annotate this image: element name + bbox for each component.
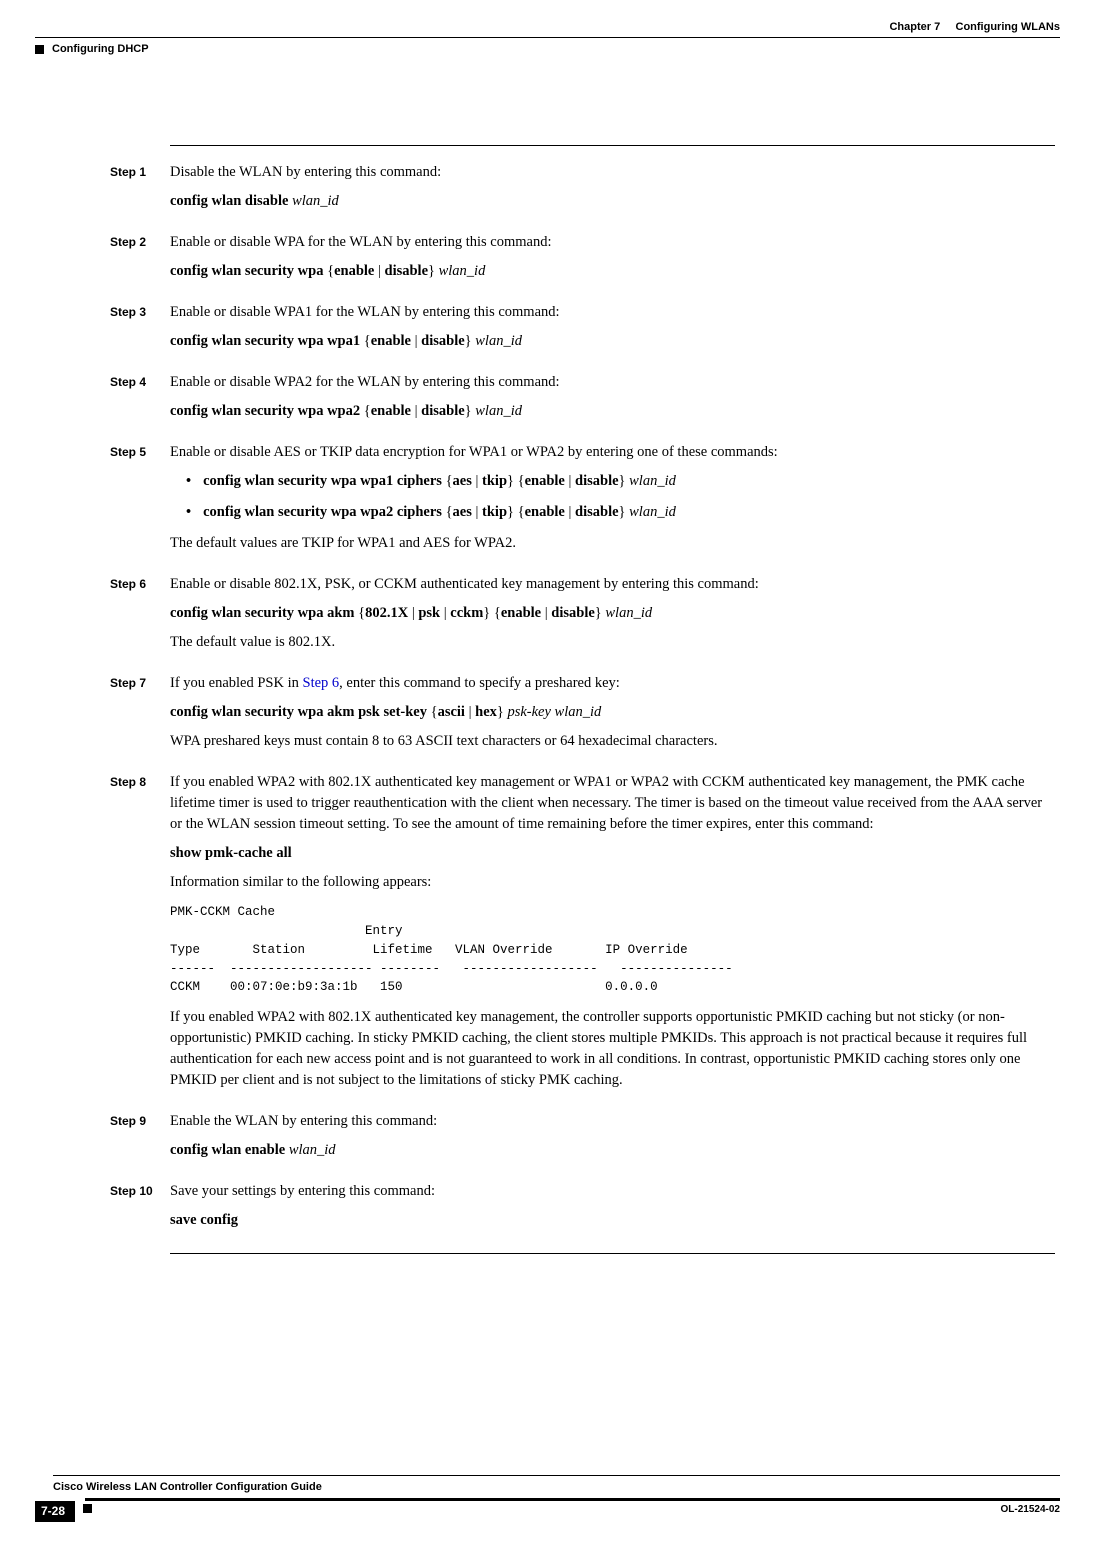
step-text: Enable or disable AES or TKIP data encry… [170, 442, 1055, 463]
bullet-dot-icon: • [186, 502, 191, 523]
code-output: PMK-CCKM Cache Entry Type Station Lifeti… [170, 903, 1055, 997]
step-label: Step 3 [110, 302, 170, 360]
step-label: Step 10 [110, 1181, 170, 1239]
section-marker-icon [35, 45, 44, 54]
step-label: Step 2 [110, 232, 170, 290]
step-label: Step 7 [110, 673, 170, 760]
doc-id: OL-21524-02 [1001, 1501, 1060, 1518]
step-label: Step 6 [110, 574, 170, 661]
page-number-badge: 7-28 [35, 1501, 75, 1522]
header-rule [35, 37, 1060, 38]
step-command: config wlan security wpa akm psk set-key… [170, 702, 1055, 723]
step-text: Enable or disable WPA2 for the WLAN by e… [170, 372, 1055, 393]
step-label: Step 9 [110, 1111, 170, 1169]
step-command: save config [170, 1210, 1055, 1231]
step-6: Step 6 Enable or disable 802.1X, PSK, or… [40, 574, 1055, 661]
section-title: Configuring DHCP [52, 42, 149, 58]
step-command: config wlan enable wlan_id [170, 1140, 1055, 1161]
section-heading-row: Configuring DHCP [35, 42, 149, 58]
step-text: Enable or disable 802.1X, PSK, or CCKM a… [170, 574, 1055, 595]
step-command: config wlan security wpa wpa1 {enable | … [170, 331, 1055, 352]
step-text: If you enabled WPA2 with 802.1X authenti… [170, 772, 1055, 835]
step-text: Disable the WLAN by entering this comman… [170, 162, 1055, 183]
step-command: config wlan security wpa {enable | disab… [170, 261, 1055, 282]
step-1: Step 1 Disable the WLAN by entering this… [40, 162, 1055, 220]
step-command: config wlan disable wlan_id [170, 191, 1055, 212]
step-2: Step 2 Enable or disable WPA for the WLA… [40, 232, 1055, 290]
step-body: If you enabled WPA2 with 802.1X authenti… [170, 772, 1055, 1099]
bullet-item: • config wlan security wpa wpa2 ciphers … [186, 502, 1055, 523]
step-body: Enable or disable WPA1 for the WLAN by e… [170, 302, 1055, 360]
bullet-item: • config wlan security wpa wpa1 ciphers … [186, 471, 1055, 492]
step-body: Enable or disable WPA2 for the WLAN by e… [170, 372, 1055, 430]
footer-marker-icon [83, 1504, 92, 1513]
step-body: Enable or disable 802.1X, PSK, or CCKM a… [170, 574, 1055, 661]
procedure-bottom-rule [170, 1253, 1055, 1254]
step-label: Step 5 [110, 442, 170, 562]
step-4: Step 4 Enable or disable WPA2 for the WL… [40, 372, 1055, 430]
step-text: Information similar to the following app… [170, 872, 1055, 893]
step-text: If you enabled WPA2 with 802.1X authenti… [170, 1007, 1055, 1091]
step-text: WPA preshared keys must contain 8 to 63 … [170, 731, 1055, 752]
chapter-title: Configuring WLANs [956, 21, 1060, 33]
step-body: If you enabled PSK in Step 6, enter this… [170, 673, 1055, 760]
chapter-label: Chapter 7 [889, 21, 940, 33]
step-text: Enable the WLAN by entering this command… [170, 1111, 1055, 1132]
step-body: Enable or disable WPA for the WLAN by en… [170, 232, 1055, 290]
step-command: config wlan security wpa wpa2 {enable | … [170, 401, 1055, 422]
step-5: Step 5 Enable or disable AES or TKIP dat… [40, 442, 1055, 562]
procedure-top-rule [170, 145, 1055, 146]
step-body: Disable the WLAN by entering this comman… [170, 162, 1055, 220]
step-10: Step 10 Save your settings by entering t… [40, 1181, 1055, 1239]
step-body: Enable the WLAN by entering this command… [170, 1111, 1055, 1169]
step-text: If you enabled PSK in Step 6, enter this… [170, 673, 1055, 694]
step-text: The default values are TKIP for WPA1 and… [170, 533, 1055, 554]
step-body: Save your settings by entering this comm… [170, 1181, 1055, 1239]
book-title: Cisco Wireless LAN Controller Configurat… [53, 1480, 1095, 1496]
step-6-link[interactable]: Step 6 [303, 675, 340, 691]
step-body: Enable or disable AES or TKIP data encry… [170, 442, 1055, 562]
page-footer: Cisco Wireless LAN Controller Configurat… [0, 1475, 1095, 1522]
step-text: Enable or disable WPA for the WLAN by en… [170, 232, 1055, 253]
step-text: Save your settings by entering this comm… [170, 1181, 1055, 1202]
step-text: The default value is 802.1X. [170, 632, 1055, 653]
content-area: Step 1 Disable the WLAN by entering this… [40, 145, 1055, 1254]
step-7: Step 7 If you enabled PSK in Step 6, ent… [40, 673, 1055, 760]
step-text: Enable or disable WPA1 for the WLAN by e… [170, 302, 1055, 323]
step-3: Step 3 Enable or disable WPA1 for the WL… [40, 302, 1055, 360]
step-8: Step 8 If you enabled WPA2 with 802.1X a… [40, 772, 1055, 1099]
step-label: Step 8 [110, 772, 170, 1099]
step-label: Step 1 [110, 162, 170, 220]
chapter-heading: Chapter 7 Configuring WLANs [889, 20, 1060, 36]
footer-row: 7-28 OL-21524-02 [35, 1501, 1060, 1522]
step-label: Step 4 [110, 372, 170, 430]
footer-rule [53, 1475, 1060, 1476]
bullet-list: • config wlan security wpa wpa1 ciphers … [170, 471, 1055, 523]
step-9: Step 9 Enable the WLAN by entering this … [40, 1111, 1055, 1169]
page-header: Chapter 7 Configuring WLANs Configuring … [0, 20, 1095, 21]
bullet-dot-icon: • [186, 471, 191, 492]
step-command: show pmk-cache all [170, 843, 1055, 864]
step-command: config wlan security wpa akm {802.1X | p… [170, 603, 1055, 624]
